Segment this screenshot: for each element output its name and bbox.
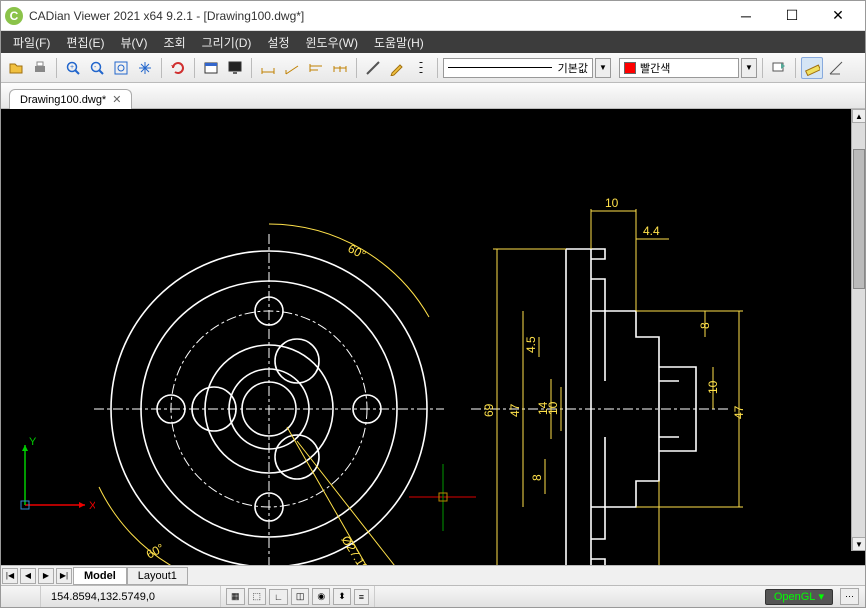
color-swatch bbox=[624, 62, 636, 74]
menu-file[interactable]: 파일(F) bbox=[5, 31, 58, 53]
status-toggle-6[interactable]: ⬍ bbox=[333, 588, 351, 605]
ucs-indicator: X Y bbox=[15, 435, 95, 515]
linestyle-combo[interactable]: 기본값 bbox=[443, 58, 593, 78]
menu-settings[interactable]: 설정 bbox=[259, 31, 297, 53]
color-combo[interactable]: 빨간색 bbox=[619, 58, 739, 78]
dim-continue-button[interactable] bbox=[329, 57, 351, 79]
linestyle-label: 기본값 bbox=[558, 60, 588, 76]
svg-text:10: 10 bbox=[605, 196, 619, 210]
svg-text:10: 10 bbox=[706, 380, 720, 394]
window-button[interactable] bbox=[200, 57, 222, 79]
svg-text:60°: 60° bbox=[346, 241, 369, 262]
titlebar: C CADian Viewer 2021 x64 9.2.1 - [Drawin… bbox=[1, 1, 865, 31]
pan-button[interactable] bbox=[134, 57, 156, 79]
linestyle-dropdown[interactable]: ▼ bbox=[595, 58, 611, 78]
svg-text:8: 8 bbox=[698, 322, 712, 329]
refresh-button[interactable] bbox=[167, 57, 189, 79]
status-config-button[interactable]: ⋯ bbox=[840, 588, 859, 605]
status-toggle-4[interactable]: ◫ bbox=[291, 588, 310, 605]
document-tab-label: Drawing100.dwg* bbox=[20, 94, 106, 106]
toolbar: + - ▬▬▬ 기본값 ▼ 빨간색 ▼ bbox=[1, 53, 865, 83]
statusbar: 154.8594,132.5749,0 ▦ ⬚ ∟ ◫ ◉ ⬍ ≡ OpenGL… bbox=[1, 585, 865, 607]
menu-query[interactable]: 조회 bbox=[156, 31, 194, 53]
close-button[interactable]: ✕ bbox=[815, 1, 861, 31]
svg-text:47: 47 bbox=[732, 405, 746, 419]
zoom-extents-button[interactable] bbox=[110, 57, 132, 79]
nav-prev-button[interactable]: ◀ bbox=[20, 568, 36, 584]
document-tab[interactable]: Drawing100.dwg* ✕ bbox=[9, 89, 132, 109]
print-button[interactable] bbox=[29, 57, 51, 79]
dim-baseline-button[interactable] bbox=[305, 57, 327, 79]
linestyle-preview bbox=[448, 67, 552, 68]
minimize-button[interactable]: ─ bbox=[723, 1, 769, 31]
status-coords: 154.8594,132.5749,0 bbox=[41, 586, 221, 607]
nav-last-button[interactable]: ▶| bbox=[56, 568, 72, 584]
svg-text:Y: Y bbox=[29, 436, 37, 448]
color-dropdown[interactable]: ▼ bbox=[741, 58, 757, 78]
zoom-out-button[interactable]: - bbox=[86, 57, 108, 79]
menu-view[interactable]: 뷰(V) bbox=[112, 31, 155, 53]
menubar: 파일(F) 편집(E) 뷰(V) 조회 그리기(D) 설정 윈도우(W) 도움말… bbox=[1, 31, 865, 53]
layout-tab-model[interactable]: Model bbox=[73, 567, 127, 585]
svg-text:4.4: 4.4 bbox=[643, 224, 660, 238]
nav-next-button[interactable]: ▶ bbox=[38, 568, 54, 584]
layer-button[interactable] bbox=[768, 57, 790, 79]
measure-button[interactable] bbox=[801, 57, 823, 79]
distance-button[interactable] bbox=[362, 57, 384, 79]
svg-text:8: 8 bbox=[530, 474, 544, 481]
nav-first-button[interactable]: |◀ bbox=[2, 568, 18, 584]
menu-draw[interactable]: 그리기(D) bbox=[194, 31, 260, 53]
layout-tab-layout1[interactable]: Layout1 bbox=[127, 567, 188, 585]
status-toggle-2[interactable]: ⬚ bbox=[248, 588, 267, 605]
window-title: CADian Viewer 2021 x64 9.2.1 - [Drawing1… bbox=[29, 9, 723, 23]
tab-close-icon[interactable]: ✕ bbox=[112, 93, 121, 106]
status-toggle-1[interactable]: ▦ bbox=[226, 588, 245, 605]
zoom-in-button[interactable]: + bbox=[62, 57, 84, 79]
color-label: 빨간색 bbox=[640, 60, 670, 76]
status-toggle-3[interactable]: ∟ bbox=[269, 589, 288, 605]
edit-button[interactable] bbox=[386, 57, 408, 79]
svg-text:60°: 60° bbox=[144, 541, 167, 562]
scroll-up-button[interactable]: ▲ bbox=[852, 109, 865, 123]
tool-stack-button[interactable]: ▬▬▬ bbox=[410, 57, 432, 79]
svg-text:4.5: 4.5 bbox=[524, 336, 538, 353]
svg-text:47: 47 bbox=[508, 403, 522, 417]
menu-help[interactable]: 도움말(H) bbox=[366, 31, 432, 53]
svg-text:X: X bbox=[89, 500, 95, 512]
menu-edit[interactable]: 편집(E) bbox=[58, 31, 112, 53]
monitor-button[interactable] bbox=[224, 57, 246, 79]
svg-text:69: 69 bbox=[482, 403, 496, 417]
render-engine-button[interactable]: OpenGL ▾ bbox=[765, 589, 833, 605]
angle-button[interactable] bbox=[825, 57, 847, 79]
vertical-scrollbar[interactable]: ▲ ▼ bbox=[851, 109, 865, 551]
render-engine-label: OpenGL bbox=[774, 591, 816, 603]
svg-text:+: + bbox=[70, 64, 74, 71]
open-button[interactable] bbox=[5, 57, 27, 79]
status-toggle-7[interactable]: ≡ bbox=[354, 589, 369, 605]
scroll-down-button[interactable]: ▼ bbox=[852, 537, 865, 551]
dim-aligned-button[interactable] bbox=[281, 57, 303, 79]
menu-window[interactable]: 윈도우(W) bbox=[298, 31, 366, 53]
app-icon: C bbox=[5, 7, 23, 25]
layout-tabbar: |◀ ◀ ▶ ▶| Model Layout1 bbox=[1, 565, 865, 585]
document-tabbar: Drawing100.dwg* ✕ bbox=[1, 83, 865, 109]
dim-linear-button[interactable] bbox=[257, 57, 279, 79]
svg-text:-: - bbox=[94, 64, 97, 71]
scroll-thumb[interactable] bbox=[853, 149, 865, 289]
maximize-button[interactable]: ☐ bbox=[769, 1, 815, 31]
status-toggle-5[interactable]: ◉ bbox=[312, 588, 330, 605]
svg-text:10: 10 bbox=[546, 401, 560, 415]
drawing-canvas[interactable]: 60° 60° Ø27.19 Ø57.5 bbox=[1, 109, 865, 565]
